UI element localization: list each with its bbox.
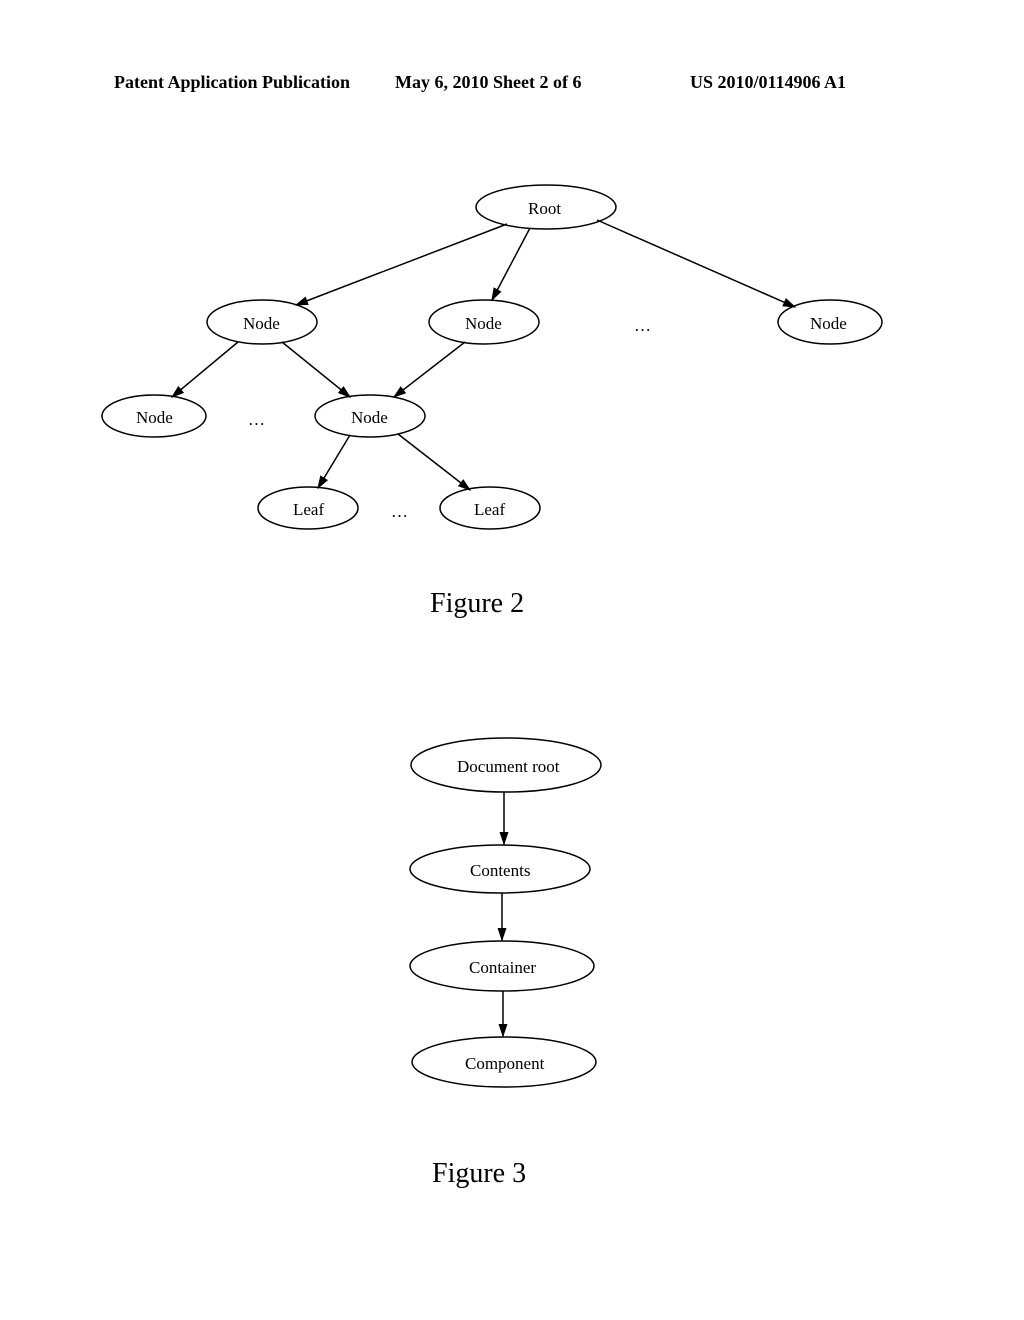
component-label: Component (465, 1054, 544, 1074)
figure3-title: Figure 3 (432, 1158, 526, 1190)
docroot-label: Document root (457, 757, 559, 777)
figure3-diagram (0, 0, 1024, 1320)
contents-label: Contents (470, 861, 530, 881)
container-label: Container (469, 958, 536, 978)
